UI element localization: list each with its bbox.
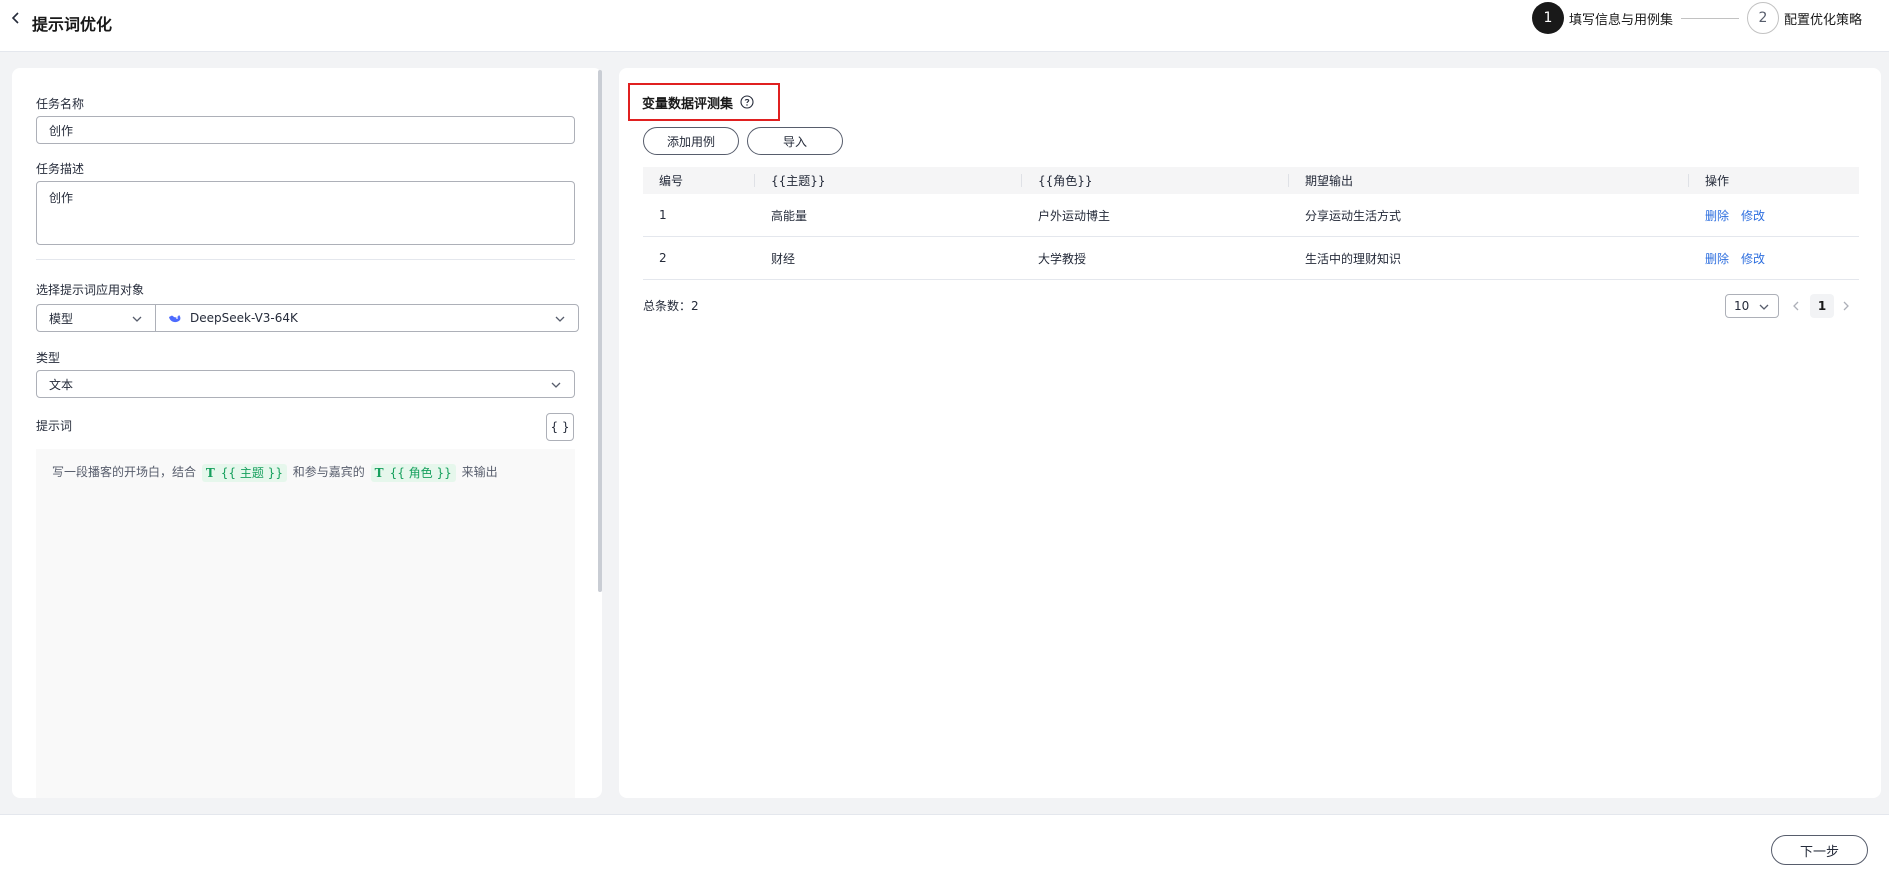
- target-select-group: 模型 DeepSeek-V3-64K: [36, 304, 579, 332]
- type-select[interactable]: 文本: [36, 370, 575, 398]
- step-connector: [1681, 17, 1740, 19]
- column-header-role: {{角色}}: [1038, 174, 1093, 188]
- target-kind-select[interactable]: 模型: [37, 305, 156, 331]
- cell-expected: 分享运动生活方式: [1305, 208, 1402, 223]
- table-header: 编号 {{主题}} {{角色}} 期望输出 操作: [643, 167, 1859, 194]
- cell-actions: 删除 修改: [1705, 237, 1777, 279]
- target-kind-value: 模型: [49, 311, 74, 326]
- edit-link[interactable]: 修改: [1741, 207, 1765, 224]
- step-2-label: 配置优化策略: [1784, 12, 1863, 28]
- section-divider: [36, 259, 575, 260]
- table-row: 1 高能量 户外运动博主 分享运动生活方式 删除 修改: [643, 194, 1859, 237]
- page-header: 提示词优化 1 填写信息与用例集 2 配置优化策略: [0, 0, 1889, 52]
- cell-role: 户外运动博主: [1038, 208, 1111, 223]
- delete-link[interactable]: 删除: [1705, 207, 1729, 224]
- page-title: 提示词优化: [32, 15, 113, 34]
- step-2-indicator: 2: [1747, 2, 1780, 34]
- next-page-icon[interactable]: [1840, 300, 1852, 312]
- cell-expected: 生活中的理财知识: [1305, 251, 1402, 266]
- step-1-indicator: 1: [1532, 2, 1564, 34]
- column-separator: [1021, 174, 1022, 187]
- page-size-select[interactable]: 10: [1725, 294, 1779, 318]
- variable-chip-role[interactable]: T {{ 角色 }}: [370, 463, 456, 482]
- column-header-expected: 期望输出: [1305, 174, 1354, 188]
- insert-variable-button[interactable]: { }: [546, 413, 574, 441]
- import-button[interactable]: 导入: [747, 127, 843, 155]
- dataset-title-highlight: 变量数据评测集: [628, 83, 780, 121]
- text-variable-icon: T: [374, 465, 384, 480]
- column-header-topic: {{主题}}: [771, 174, 826, 188]
- task-name-label: 任务名称: [36, 97, 85, 111]
- page-number-current[interactable]: 1: [1810, 294, 1834, 318]
- column-header-actions: 操作: [1705, 174, 1730, 188]
- column-header-id: 编号: [659, 174, 684, 188]
- cell-id: 2: [659, 251, 667, 265]
- chevron-down-icon: [1759, 304, 1769, 310]
- table-row: 2 财经 大学教授 生活中的理财知识 删除 修改: [643, 237, 1859, 280]
- dataset-table: 编号 {{主题}} {{角色}} 期望输出 操作 1 高能量 户外运动博主 分享…: [643, 167, 1859, 280]
- chevron-down-icon: [132, 316, 142, 322]
- prompt-text-1: 写一段播客的开场白，结合: [52, 465, 197, 479]
- back-arrow-icon[interactable]: [8, 10, 24, 26]
- prompt-label: 提示词: [36, 419, 73, 433]
- task-form-panel: 任务名称 创作 任务描述 创作 选择提示词应用对象 模型 DeepSeek-V3…: [12, 68, 602, 798]
- variable-topic-label: {{ 主题 }}: [220, 465, 283, 480]
- task-desc-value: 创作: [49, 191, 74, 205]
- left-panel-scrollbar[interactable]: [598, 70, 602, 592]
- model-value: DeepSeek-V3-64K: [190, 311, 298, 325]
- deepseek-logo-icon: [169, 315, 181, 323]
- type-value: 文本: [49, 377, 74, 392]
- next-step-button[interactable]: 下一步: [1771, 835, 1868, 865]
- column-separator: [754, 174, 755, 187]
- prompt-text-3: 来输出: [461, 465, 498, 479]
- target-label: 选择提示词应用对象: [36, 283, 145, 297]
- text-variable-icon: T: [205, 465, 215, 480]
- page-footer: 下一步: [0, 814, 1889, 872]
- dataset-panel: 变量数据评测集 添加用例 导入 编号 {{主题}} {{角色}} 期望输出 操作…: [619, 68, 1881, 798]
- task-name-value: 创作: [49, 123, 74, 138]
- cell-topic: 高能量: [771, 208, 808, 223]
- type-label: 类型: [36, 351, 61, 365]
- prompt-text-2: 和参与嘉宾的: [292, 465, 365, 479]
- task-desc-label: 任务描述: [36, 162, 85, 176]
- task-desc-textarea[interactable]: 创作: [36, 181, 575, 245]
- prompt-editor[interactable]: 写一段播客的开场白，结合 T{{ 主题 }} 和参与嘉宾的 T{{ 角色 }} …: [36, 449, 575, 798]
- chevron-down-icon: [551, 382, 561, 388]
- prev-page-icon[interactable]: [1790, 300, 1802, 312]
- dataset-title: 变量数据评测集: [642, 96, 734, 112]
- cell-id: 1: [659, 208, 667, 222]
- column-separator: [1288, 174, 1289, 187]
- add-case-button[interactable]: 添加用例: [643, 127, 739, 155]
- total-count: 总条数：2: [643, 299, 699, 313]
- chevron-down-icon: [555, 316, 565, 322]
- variable-role-label: {{ 角色 }}: [389, 465, 452, 480]
- delete-link[interactable]: 删除: [1705, 250, 1729, 267]
- edit-link[interactable]: 修改: [1741, 250, 1765, 267]
- model-select[interactable]: DeepSeek-V3-64K: [156, 305, 578, 331]
- column-separator: [1688, 174, 1689, 187]
- cell-actions: 删除 修改: [1705, 194, 1777, 236]
- page-size-value: 10: [1734, 299, 1750, 313]
- stepper: 1 填写信息与用例集 2 配置优化策略: [1532, 2, 1862, 34]
- task-name-input[interactable]: 创作: [36, 116, 575, 144]
- help-icon[interactable]: [740, 95, 754, 109]
- cell-topic: 财经: [771, 251, 796, 266]
- cell-role: 大学教授: [1038, 251, 1087, 266]
- variable-chip-topic[interactable]: T {{ 主题 }}: [201, 463, 287, 482]
- step-1-label: 填写信息与用例集: [1569, 12, 1674, 28]
